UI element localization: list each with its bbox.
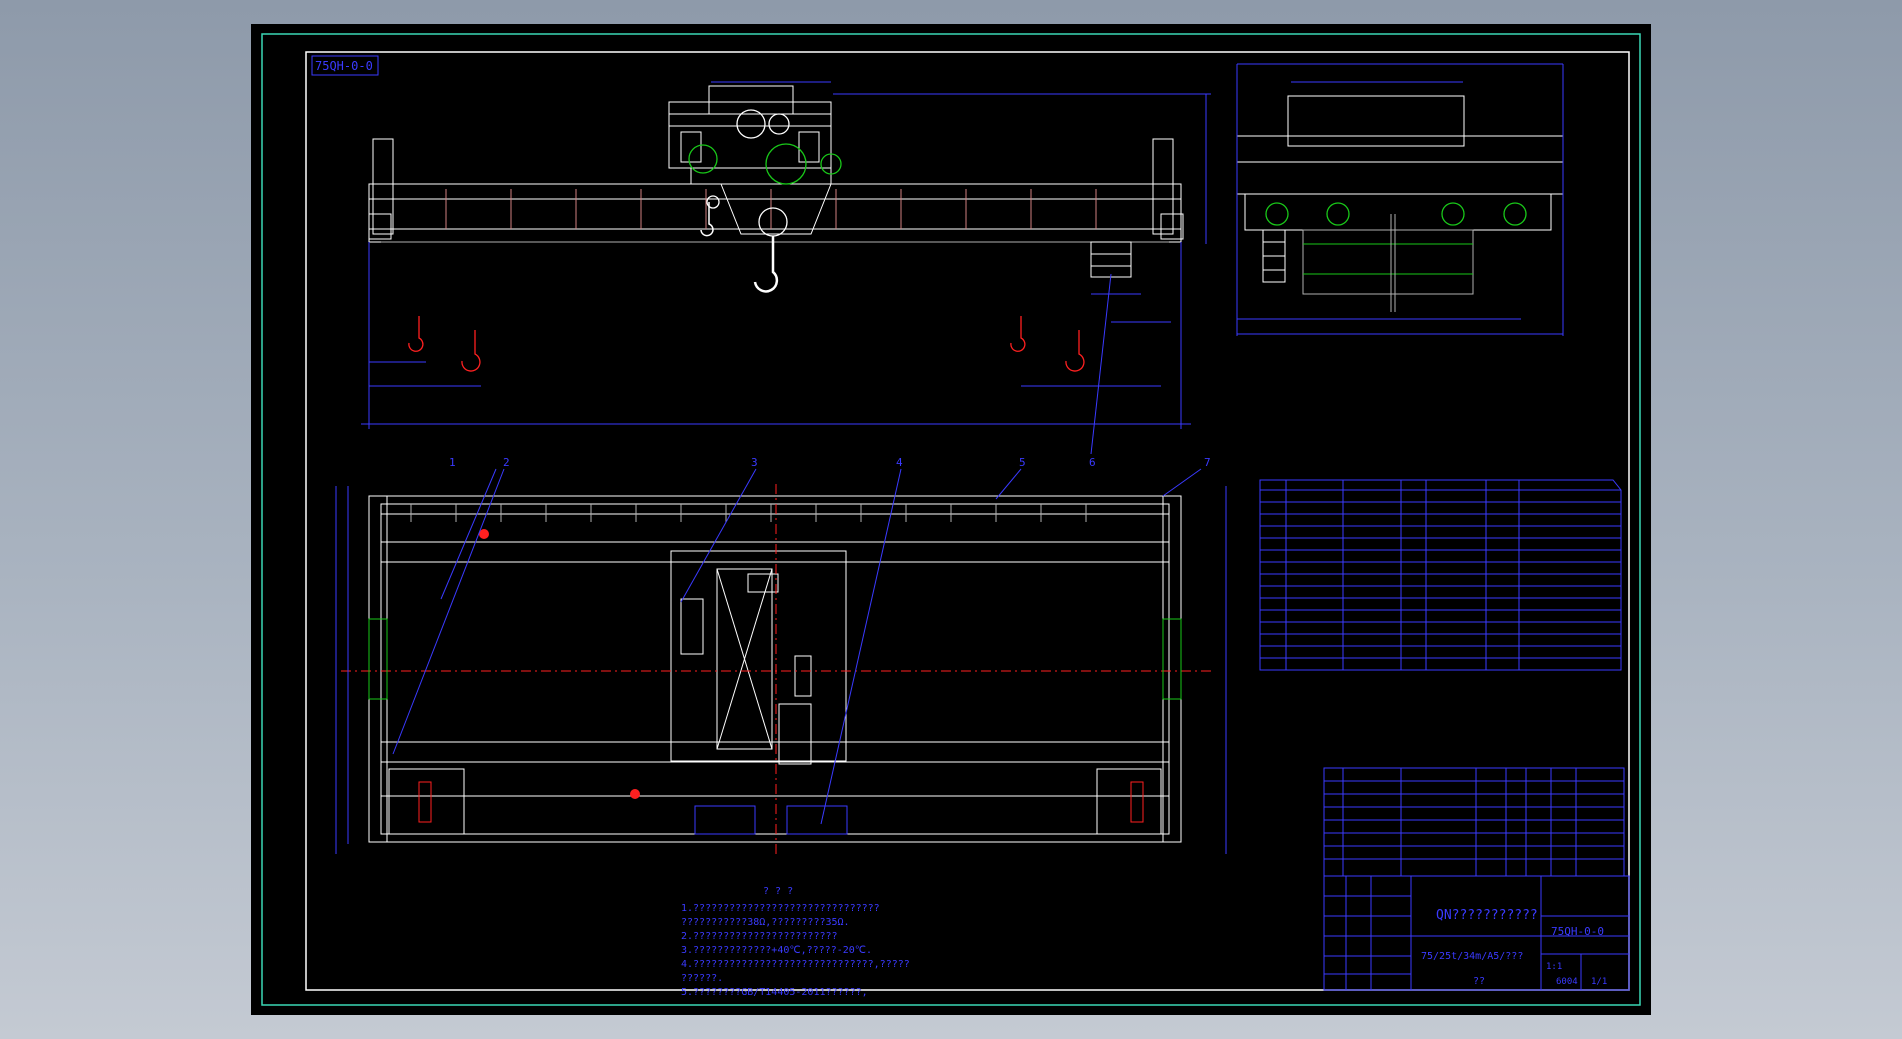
title-block-text: QN??????????? 75QH-0-0 75/25t/34m/A5/???…: [1421, 908, 1607, 987]
side-elevation: [1236, 95, 1564, 312]
drawing-number: 75QH-0-0: [1551, 925, 1604, 938]
note-line-2: ???????????38Ω,?????????35Ω.: [681, 917, 850, 928]
side-dimensions: [1236, 63, 1564, 336]
notes-heading: ? ? ?: [763, 886, 793, 897]
side-wheels: [1265, 202, 1527, 226]
drawing-name: QN???????????: [1436, 908, 1538, 923]
parameter-table: [1259, 479, 1622, 671]
crane-assembly-drawing: 75QH-0-0 1 2 3 4 5 6 7 QN??????????? 75Q…: [261, 33, 1641, 1006]
parts-list: [1323, 767, 1625, 877]
balloon-2: 2: [503, 456, 510, 469]
note-line-7: 5.????????GB/T14405-2011??????,: [681, 987, 868, 998]
note-line-4: 3.?????????????+40℃,?????-20℃.: [681, 945, 872, 956]
note-line-3: 2.????????????????????????: [681, 931, 838, 942]
front-dimensions: [361, 81, 1211, 455]
drawing-frame: [305, 51, 1630, 991]
drawing-page: 1/1: [1591, 977, 1607, 987]
note-line-6: ??????.: [681, 973, 723, 984]
note-line-5: 4.??????????????????????????????,?????: [681, 959, 910, 970]
stamp-label: 75QH-0-0: [315, 59, 373, 73]
balloon-3: 3: [751, 456, 758, 469]
plan-view: [368, 495, 1182, 843]
main-hook: [753, 236, 779, 293]
cad-viewport[interactable]: 75QH-0-0 1 2 3 4 5 6 7 QN??????????? 75Q…: [251, 24, 1651, 1015]
drawing-sheet: 1:1: [1546, 962, 1562, 972]
hook-limit-markers: [408, 316, 1085, 372]
note-line-1: 1.???????????????????????????????: [681, 903, 880, 914]
balloon-5: 5: [1019, 456, 1026, 469]
drawing-total: 6004: [1556, 977, 1578, 987]
plan-markers: [341, 484, 1211, 854]
balloon-callouts: 1 2 3 4 5 6 7: [449, 456, 1211, 469]
drawing-scale: ??: [1473, 976, 1485, 987]
drawing-spec: 75/25t/34m/A5/???: [1421, 951, 1523, 962]
balloon-1: 1: [449, 456, 456, 469]
technical-notes: ? ? ? 1.??????????????????????????????? …: [681, 886, 910, 998]
balloon-4: 4: [896, 456, 903, 469]
balloon-6: 6: [1089, 456, 1096, 469]
balloon-7: 7: [1204, 456, 1211, 469]
